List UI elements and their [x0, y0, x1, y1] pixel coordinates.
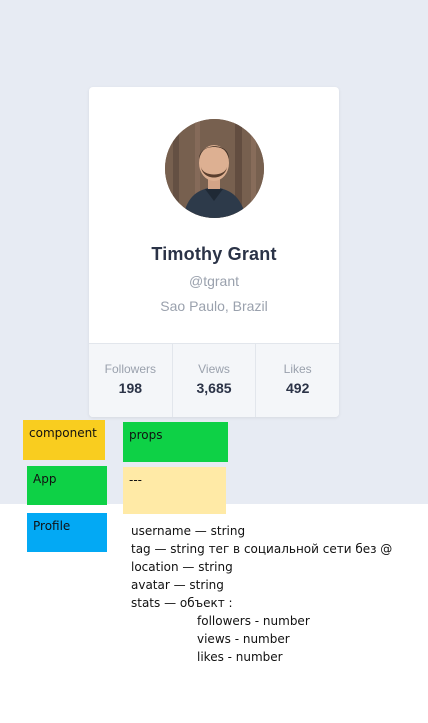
stat-value: 198	[118, 380, 143, 396]
profile-props-list: username — string tag — string тег в соц…	[131, 522, 421, 666]
prop-line: tag — string тег в социальной сети без @	[131, 542, 393, 556]
stat-value: 492	[286, 380, 310, 396]
prop-line: likes - number	[197, 650, 283, 664]
app-props-note: ---	[123, 467, 226, 514]
profile-location: Sao Paulo, Brazil	[160, 298, 268, 314]
stat-likes: Likes 492	[256, 344, 339, 417]
prop-line: stats — объект :	[131, 596, 233, 610]
profile-card: Timothy Grant @tgrant Sao Paulo, Brazil …	[89, 87, 339, 417]
profile-name: Timothy Grant	[151, 244, 277, 264]
stat-label: Followers	[104, 362, 157, 376]
avatar	[165, 119, 264, 218]
app-note: App	[27, 466, 107, 505]
profile-tag: @tgrant	[188, 273, 239, 289]
prop-line: followers - number	[197, 614, 310, 628]
stat-value: 3,685	[196, 380, 232, 396]
stat-views: Views 3,685	[173, 344, 257, 417]
prop-line: views - number	[197, 632, 290, 646]
props-note: props	[123, 422, 228, 462]
profile-stats: Followers 198 Views 3,685 Likes 492	[89, 343, 339, 417]
stat-label: Views	[198, 362, 230, 376]
prop-line: location — string	[131, 560, 233, 574]
avatar-image	[165, 119, 264, 218]
stat-label: Likes	[283, 362, 312, 376]
prop-line: username — string	[131, 524, 246, 538]
profile-note: Profile	[27, 513, 107, 552]
component-note: component	[23, 420, 105, 460]
prop-line: avatar — string	[131, 578, 224, 592]
stat-followers: Followers 198	[89, 344, 173, 417]
